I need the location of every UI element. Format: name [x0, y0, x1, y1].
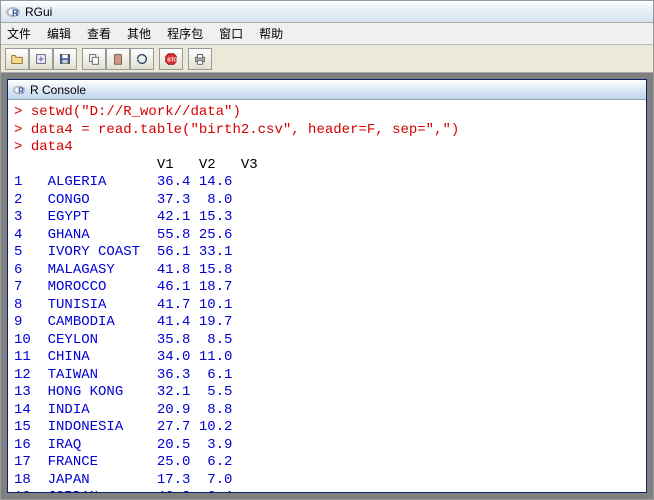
- stop-button[interactable]: STOP: [159, 48, 183, 70]
- menu-help[interactable]: 帮助: [259, 25, 283, 42]
- open-button[interactable]: [5, 48, 29, 70]
- r-console-icon: R: [12, 83, 26, 97]
- menu-misc[interactable]: 其他: [127, 25, 151, 42]
- rgui-icon: R: [5, 4, 21, 20]
- toolbar: STOP: [1, 45, 653, 73]
- mdi-area: R R Console > setwd("D://R_work//data") …: [1, 73, 653, 499]
- main-titlebar: R RGui: [1, 1, 653, 23]
- console-window: R R Console > setwd("D://R_work//data") …: [7, 79, 647, 493]
- copy-button[interactable]: [82, 48, 106, 70]
- svg-text:R: R: [12, 8, 19, 18]
- menu-file[interactable]: 文件: [7, 25, 31, 42]
- console-title: R Console: [30, 83, 86, 97]
- menu-windows[interactable]: 窗口: [219, 25, 243, 42]
- svg-text:STOP: STOP: [167, 57, 178, 63]
- print-button[interactable]: [188, 48, 212, 70]
- copy-paste-button[interactable]: [130, 48, 154, 70]
- menu-edit[interactable]: 编辑: [47, 25, 71, 42]
- paste-button[interactable]: [106, 48, 130, 70]
- menu-packages[interactable]: 程序包: [167, 25, 203, 42]
- save-button[interactable]: [53, 48, 77, 70]
- menu-view[interactable]: 查看: [87, 25, 111, 42]
- load-workspace-button[interactable]: [29, 48, 53, 70]
- svg-text:R: R: [18, 86, 24, 95]
- console-body[interactable]: > setwd("D://R_work//data") > data4 = re…: [8, 100, 646, 492]
- app-title: RGui: [25, 5, 52, 19]
- menubar: 文件 编辑 查看 其他 程序包 窗口 帮助: [1, 23, 653, 45]
- console-titlebar[interactable]: R R Console: [8, 80, 646, 100]
